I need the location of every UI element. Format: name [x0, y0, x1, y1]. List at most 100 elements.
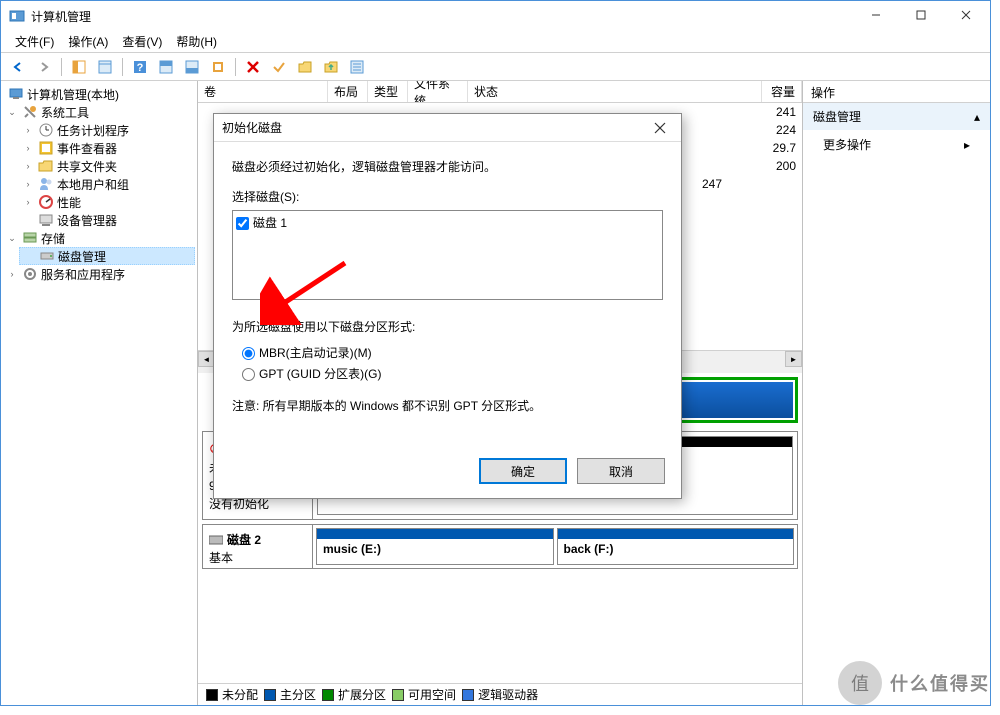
folder-up-button[interactable] [320, 56, 342, 78]
collapse-arrow-icon: ▴ [974, 110, 980, 124]
computer-icon [8, 86, 24, 102]
actions-pane: 操作 磁盘管理 ▴ 更多操作 ▸ [803, 81, 990, 705]
dialog-close-button[interactable] [647, 118, 673, 138]
watermark: 值 什么值得买 [838, 661, 990, 705]
disk-icon [39, 248, 55, 264]
volume-header: 卷 布局 类型 文件系统 状态 容量 [198, 81, 802, 103]
expand-icon[interactable]: › [21, 161, 35, 171]
dialog-note: 注意: 所有早期版本的 Windows 都不识别 GPT 分区形式。 [232, 397, 663, 415]
separator [122, 58, 123, 76]
legend: 未分配 主分区 扩展分区 可用空间 逻辑驱动器 [198, 683, 802, 705]
dialog-titlebar: 初始化磁盘 [214, 114, 681, 142]
col-status[interactable]: 状态 [468, 81, 762, 102]
disk1-checkbox[interactable] [236, 217, 249, 230]
dialog-title: 初始化磁盘 [222, 119, 647, 136]
properties-button[interactable] [94, 56, 116, 78]
expand-icon[interactable]: › [21, 125, 35, 135]
expand-icon[interactable]: › [5, 269, 19, 279]
show-hide-tree-button[interactable] [68, 56, 90, 78]
tools-icon [22, 104, 38, 120]
cancel-button[interactable]: 取消 [577, 458, 665, 484]
tree-root[interactable]: 计算机管理(本地) [3, 85, 195, 103]
actions-more[interactable]: 更多操作 ▸ [803, 130, 990, 159]
delete-button[interactable] [242, 56, 264, 78]
tree-services[interactable]: › 服务和应用程序 [3, 265, 195, 283]
services-icon [22, 266, 38, 282]
app-icon [9, 8, 25, 24]
disk2-row: 磁盘 2 基本 music (E:) back (F:) [202, 524, 798, 569]
maximize-button[interactable] [898, 1, 943, 29]
tree-task-scheduler[interactable]: › 任务计划程序 [19, 121, 195, 139]
expand-icon[interactable]: › [21, 143, 35, 153]
dialog-intro: 磁盘必须经过初始化，逻辑磁盘管理器才能访问。 [232, 158, 663, 176]
col-volume[interactable]: 卷 [198, 81, 328, 102]
disk2-partitions: music (E:) back (F:) [313, 525, 797, 568]
tree-local-users[interactable]: › 本地用户和组 [19, 175, 195, 193]
svg-text:?: ? [137, 62, 144, 74]
disk2-partition-f[interactable]: back (F:) [557, 528, 795, 565]
clock-icon [38, 122, 54, 138]
expand-icon[interactable]: › [21, 197, 35, 207]
disk2-info[interactable]: 磁盘 2 基本 [203, 525, 313, 568]
minimize-button[interactable] [853, 1, 898, 29]
gpt-radio[interactable] [242, 368, 255, 381]
menu-help[interactable]: 帮助(H) [170, 31, 223, 52]
back-button[interactable] [7, 56, 29, 78]
col-layout[interactable]: 布局 [328, 81, 368, 102]
col-capacity[interactable]: 容量 [762, 81, 802, 102]
watermark-text: 什么值得买 [890, 670, 990, 696]
storage-icon [22, 230, 38, 246]
folder-button[interactable] [294, 56, 316, 78]
close-button[interactable] [943, 1, 988, 29]
window-controls [853, 1, 988, 31]
tree-event-viewer[interactable]: › 事件查看器 [19, 139, 195, 157]
list-button[interactable] [346, 56, 368, 78]
window-title: 计算机管理 [31, 8, 853, 25]
mbr-radio-row[interactable]: MBR(主启动记录)(M) [242, 344, 663, 362]
mbr-radio[interactable] [242, 347, 255, 360]
check-button[interactable] [268, 56, 290, 78]
settings-button[interactable] [207, 56, 229, 78]
dialog-buttons: 确定 取消 [479, 458, 665, 484]
collapse-icon[interactable]: ⌄ [5, 107, 19, 118]
legend-primary: 主分区 [264, 686, 316, 703]
forward-button[interactable] [33, 56, 55, 78]
col-filesystem[interactable]: 文件系统 [408, 81, 468, 102]
disk1-check-item[interactable]: 磁盘 1 [235, 213, 660, 233]
titlebar: 计算机管理 [1, 1, 990, 31]
partition-style-label: 为所选磁盘使用以下磁盘分区形式: [232, 318, 663, 336]
gpt-radio-row[interactable]: GPT (GUID 分区表)(G) [242, 365, 663, 383]
tree-disk-management[interactable]: 磁盘管理 [19, 247, 195, 265]
shared-folder-icon [38, 158, 54, 174]
disk-listbox[interactable]: 磁盘 1 [232, 210, 663, 300]
disk2-status: 基本 [209, 549, 306, 567]
menu-file[interactable]: 文件(F) [9, 31, 60, 52]
actions-group[interactable]: 磁盘管理 ▴ [803, 103, 990, 130]
view-bottom-button[interactable] [181, 56, 203, 78]
initialize-disk-dialog: 初始化磁盘 磁盘必须经过初始化，逻辑磁盘管理器才能访问。 选择磁盘(S): 磁盘… [213, 113, 682, 499]
performance-icon [38, 194, 54, 210]
legend-free: 可用空间 [392, 686, 456, 703]
view-top-button[interactable] [155, 56, 177, 78]
legend-logical: 逻辑驱动器 [462, 686, 538, 703]
toolbar: ? [1, 53, 990, 81]
disk2-partition-e[interactable]: music (E:) [316, 528, 554, 565]
tree-shared-folders[interactable]: › 共享文件夹 [19, 157, 195, 175]
tree-storage[interactable]: ⌄ 存储 [3, 229, 195, 247]
expand-icon[interactable]: › [21, 179, 35, 189]
menu-action[interactable]: 操作(A) [62, 31, 114, 52]
tree-pane: 计算机管理(本地) ⌄ 系统工具 › 任务计划程序 › 事件查看器 › 共享文件… [1, 81, 198, 705]
scroll-right-button[interactable]: ► [785, 351, 802, 367]
users-icon [38, 176, 54, 192]
separator [61, 58, 62, 76]
col-type[interactable]: 类型 [368, 81, 408, 102]
actions-header: 操作 [803, 81, 990, 103]
collapse-icon[interactable]: ⌄ [5, 233, 19, 244]
disk2-name: 磁盘 2 [227, 531, 261, 549]
tree-performance[interactable]: › 性能 [19, 193, 195, 211]
help-button[interactable]: ? [129, 56, 151, 78]
menu-view[interactable]: 查看(V) [116, 31, 168, 52]
tree-device-manager[interactable]: 设备管理器 [19, 211, 195, 229]
tree-system-tools[interactable]: ⌄ 系统工具 [3, 103, 195, 121]
ok-button[interactable]: 确定 [479, 458, 567, 484]
